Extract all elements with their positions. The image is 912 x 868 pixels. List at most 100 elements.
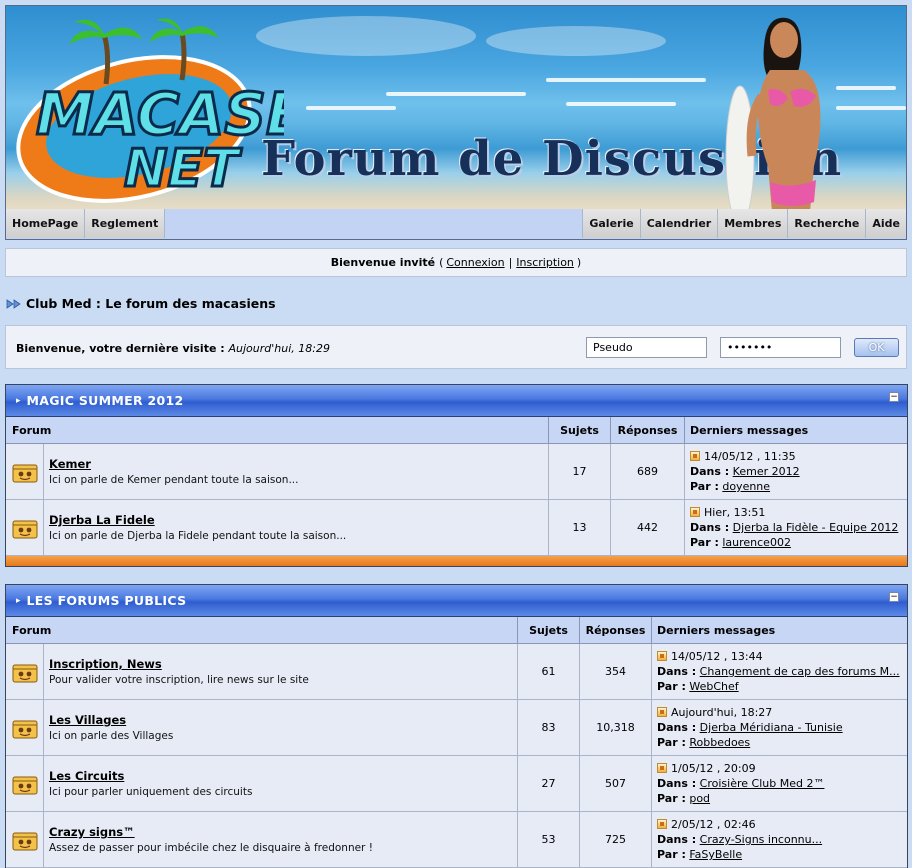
last-author-link[interactable]: pod — [689, 792, 710, 805]
last-post-date: Hier, 13:51 — [704, 506, 766, 519]
collapse-icon[interactable]: − — [889, 392, 899, 402]
latest-post-icon[interactable] — [657, 707, 667, 717]
login-link[interactable]: Connexion — [446, 256, 504, 269]
by-label: Par : — [657, 736, 686, 749]
forum-description: Ici on parle de Djerba la Fidele pendant… — [49, 530, 347, 542]
last-author-link[interactable]: doyenne — [722, 480, 770, 493]
forum-icon-cell — [6, 812, 44, 867]
category-forums-publics: ▸ LES FORUMS PUBLICS − Forum Sujets Répo… — [5, 584, 908, 868]
last-post-info: 2/05/12 , 02:46 Dans : Crazy-Signs inconn… — [652, 812, 907, 867]
triangle-right-icon: ▸ — [16, 395, 21, 406]
forum-description: Pour valider votre inscription, lire new… — [49, 674, 309, 686]
register-link[interactable]: Inscription — [516, 256, 574, 269]
nav-calendrier[interactable]: Calendrier — [639, 209, 718, 238]
forum-name-link[interactable]: Djerba La Fidele — [49, 513, 548, 527]
in-label: Dans : — [657, 777, 697, 790]
username-input[interactable] — [586, 337, 707, 358]
latest-post-icon[interactable] — [657, 763, 667, 773]
forum-name-link[interactable]: Crazy signs™ — [49, 825, 517, 839]
site-logo[interactable]: MACASE NET — [14, 14, 307, 204]
topics-count: 27 — [518, 756, 580, 811]
nav-membres[interactable]: Membres — [717, 209, 788, 238]
in-label: Dans : — [690, 521, 730, 534]
last-post-info: 14/05/12 , 11:35 Dans : Kemer 2012 Par : d… — [685, 444, 907, 499]
replies-count: 507 — [580, 756, 652, 811]
forum-row: Les Circuits Ici pour parler uniquement d… — [6, 756, 907, 812]
login-ok-button[interactable]: OK — [854, 338, 899, 357]
nav-aide[interactable]: Aide — [865, 209, 906, 238]
welcome-paren-open: ( — [439, 256, 444, 269]
triangle-right-icon: ▸ — [16, 595, 21, 606]
last-topic-link[interactable]: Kemer 2012 — [733, 465, 800, 478]
col-topics: Sujets — [518, 617, 580, 643]
col-forum: Forum — [6, 417, 549, 443]
topics-count: 83 — [518, 700, 580, 755]
category-magic-summer: ▸ MAGIC SUMMER 2012 − Forum Sujets Répon… — [5, 384, 908, 567]
welcome-text: Bienvenue invité — [330, 256, 436, 269]
last-author-link[interactable]: FaSyBelle — [689, 848, 742, 861]
last-post-date: 14/05/12 , 11:35 — [704, 450, 796, 463]
collapse-icon[interactable]: − — [889, 592, 899, 602]
last-author-link[interactable]: laurence002 — [722, 536, 791, 549]
forum-folder-icon — [12, 776, 37, 794]
latest-post-icon[interactable] — [690, 451, 700, 461]
last-author-link[interactable]: WebChef — [689, 680, 738, 693]
forum-icon-cell — [6, 756, 44, 811]
in-label: Dans : — [657, 721, 697, 734]
welcome-bar: Bienvenue invité ( Connexion | Inscripti… — [5, 248, 907, 277]
forum-name-link[interactable]: Les Villages — [49, 713, 517, 727]
in-label: Dans : — [690, 465, 730, 478]
breadcrumb-title[interactable]: Club Med : Le forum des macasiens — [26, 296, 276, 311]
last-visit-value: Aujourd'hui, 18:29 — [228, 342, 330, 355]
forum-icon-cell — [6, 500, 44, 555]
forum-row: Kemer Ici on parle de Kemer pendant toute… — [6, 444, 907, 500]
last-topic-link[interactable]: Croisière Club Med 2™ — [700, 777, 825, 790]
latest-post-icon[interactable] — [657, 651, 667, 661]
by-label: Par : — [690, 536, 719, 549]
latest-post-icon[interactable] — [657, 819, 667, 829]
column-headers: Forum Sujets Réponses Derniers messages — [6, 617, 907, 644]
header-banner: MACASE NET Forum de Discussion — [5, 5, 907, 211]
category-title[interactable]: MAGIC SUMMER 2012 — [27, 393, 184, 408]
forum-description: Ici on parle de Kemer pendant toute la s… — [49, 474, 299, 486]
forum-folder-icon — [12, 520, 37, 538]
topics-count: 17 — [549, 444, 611, 499]
last-topic-link[interactable]: Djerba Méridiana - Tunisie — [700, 721, 843, 734]
in-label: Dans : — [657, 833, 697, 846]
nav-reglement[interactable]: Reglement — [85, 209, 166, 238]
forum-folder-icon — [12, 664, 37, 682]
nav-homepage[interactable]: HomePage — [6, 209, 86, 238]
forum-description: Assez de passer pour imbécile chez le di… — [49, 842, 373, 854]
category-footer-bar — [6, 556, 907, 566]
password-input[interactable] — [720, 337, 841, 358]
last-topic-link[interactable]: Crazy-Signs inconnu... — [700, 833, 822, 846]
by-label: Par : — [657, 792, 686, 805]
topics-count: 13 — [549, 500, 611, 555]
forum-name-link[interactable]: Inscription, News — [49, 657, 517, 671]
replies-count: 354 — [580, 644, 652, 699]
nav-galerie[interactable]: Galerie — [582, 209, 640, 238]
last-topic-link[interactable]: Djerba la Fidèle - Equipe 2012 — [733, 521, 899, 534]
last-topic-link[interactable]: Changement de cap des forums M... — [700, 665, 900, 678]
nav-recherche[interactable]: Recherche — [787, 209, 866, 238]
last-post-info: Aujourd'hui, 18:27 Dans : Djerba Méridian… — [652, 700, 907, 755]
forum-name-link[interactable]: Les Circuits — [49, 769, 517, 783]
last-author-link[interactable]: Robbedoes — [689, 736, 750, 749]
last-post-info: Hier, 13:51 Dans : Djerba la Fidèle - Equ… — [685, 500, 907, 555]
replies-count: 725 — [580, 812, 652, 867]
quick-login-bar: Bienvenue, votre dernière visite : Aujou… — [5, 325, 907, 369]
category-title[interactable]: LES FORUMS PUBLICS — [27, 593, 187, 608]
col-last-posts: Derniers messages — [657, 623, 776, 637]
forum-info: Inscription, News Pour valider votre insc… — [44, 644, 518, 699]
by-label: Par : — [657, 680, 686, 693]
welcome-paren-close: ) — [576, 256, 582, 269]
forum-name-link[interactable]: Kemer — [49, 457, 548, 471]
category-header: ▸ MAGIC SUMMER 2012 − — [6, 385, 907, 417]
forum-row: Crazy signs™ Assez de passer pour imbécil… — [6, 812, 907, 868]
latest-post-icon[interactable] — [690, 507, 700, 517]
last-visit-label: Bienvenue, votre dernière visite : Aujou… — [16, 342, 330, 355]
column-headers: Forum Sujets Réponses Derniers messages — [6, 417, 907, 444]
forum-info: Kemer Ici on parle de Kemer pendant toute… — [44, 444, 549, 499]
double-arrow-icon — [6, 298, 21, 309]
col-replies: Réponses — [580, 617, 652, 643]
